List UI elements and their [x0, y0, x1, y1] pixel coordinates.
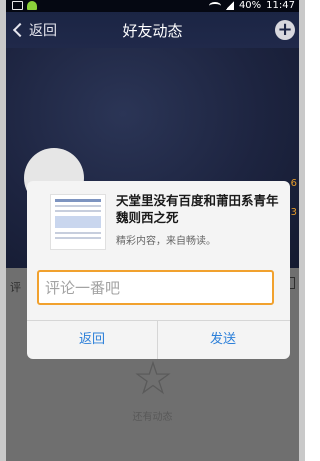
- side-count-bottom: 3: [290, 207, 297, 218]
- thumb-highlight-block: [55, 216, 101, 228]
- comment-field-frame: [37, 270, 274, 305]
- send-button[interactable]: 发送: [158, 321, 288, 359]
- thumb-text-line: [55, 205, 101, 207]
- status-time: 11:47: [266, 0, 295, 11]
- empty-state-text: 还有动态: [132, 412, 173, 423]
- add-post-button[interactable]: +: [275, 20, 295, 40]
- cancel-button[interactable]: 返回: [27, 321, 157, 359]
- signal-icon: [225, 1, 234, 10]
- empty-state-star-icon: ☆: [132, 351, 174, 405]
- photo-notification-icon: [12, 1, 23, 10]
- thumb-text-line: [55, 232, 101, 234]
- status-bar: 40% 11:47: [6, 0, 299, 12]
- thumb-text-line: [55, 237, 101, 239]
- comment-input[interactable]: [45, 277, 267, 299]
- top-header: 返回 好友动态 +: [6, 12, 299, 48]
- feed-row-label: 评: [10, 281, 21, 294]
- status-right-icons: 40% 11:47: [208, 0, 295, 11]
- app-screen: 40% 11:47 返回 好友动态 + 6 3 评 ☆ 还有动态 天堂里没有百度…: [6, 0, 299, 461]
- battery-percent: 40%: [238, 0, 262, 11]
- page-title: 好友动态: [122, 22, 183, 40]
- side-count-top: 6: [290, 178, 297, 189]
- share-thumbnail: [50, 194, 106, 250]
- share-title: 天堂里没有百度和莆田系青年魏则西之死: [116, 193, 279, 225]
- status-left-icons: [12, 1, 37, 10]
- share-comment-dialog: 天堂里没有百度和莆田系青年魏则西之死 精彩内容，来自畅读。 返回 发送: [27, 181, 290, 359]
- device-right-edge: [299, 0, 305, 461]
- wifi-icon: [208, 1, 221, 10]
- thumb-text-line: [55, 210, 101, 212]
- share-description: 精彩内容，来自畅读。: [116, 236, 216, 247]
- android-notification-icon: [27, 1, 37, 10]
- thumb-header-bar: [55, 199, 101, 202]
